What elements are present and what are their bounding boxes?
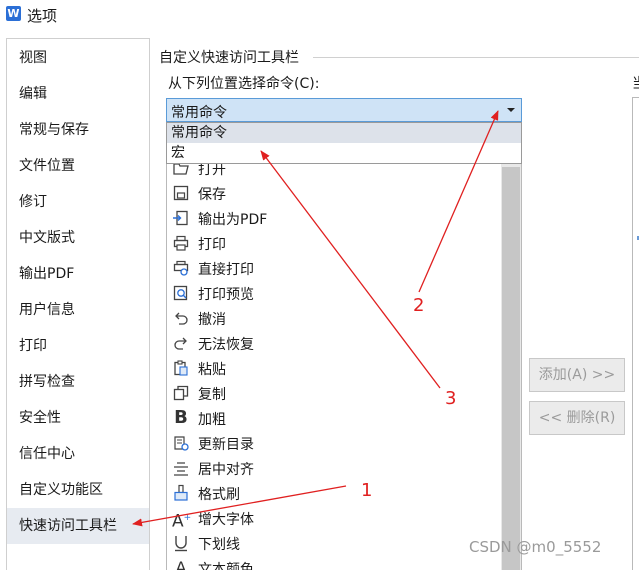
remove-button[interactable]: << 删除(R): [529, 401, 625, 435]
list-item[interactable]: 直接打印: [167, 256, 497, 281]
update-toc-icon: [172, 434, 190, 452]
watermark: CSDN @m0_5552: [469, 538, 602, 556]
list-item[interactable]: 打印预览: [167, 281, 497, 306]
text-color-icon: A: [175, 558, 187, 570]
list-item[interactable]: 粘贴: [167, 356, 497, 381]
format-painter-icon: [172, 484, 190, 502]
list-item[interactable]: 撤消: [167, 306, 497, 331]
sidebar-item-user-info[interactable]: 用户信息: [7, 292, 149, 328]
command-list-scroll-thumb[interactable]: [502, 167, 520, 570]
copy-icon: [172, 384, 190, 402]
sidebar-item-security[interactable]: 安全性: [7, 400, 149, 436]
list-item[interactable]: 打印: [167, 231, 497, 256]
sidebar-item-quick-access-toolbar[interactable]: 快速访问工具栏: [7, 508, 149, 544]
underline-icon: [172, 534, 190, 552]
choose-commands-label: 从下列位置选择命令(C):: [168, 76, 320, 92]
print-icon: [172, 234, 190, 252]
sidebar-item-view[interactable]: 视图: [7, 40, 149, 76]
current-toolbar-list[interactable]: [632, 97, 639, 570]
list-item[interactable]: 无法恢复: [167, 331, 497, 356]
annotation-label-3: 3: [445, 388, 457, 409]
list-item[interactable]: 格式刷: [167, 481, 497, 506]
section-divider: [313, 57, 639, 58]
list-item[interactable]: A+ 增大字体: [167, 506, 497, 531]
list-item[interactable]: 保存: [167, 181, 497, 206]
title-bar: W 选项: [0, 0, 639, 30]
list-item[interactable]: 输出为PDF: [167, 206, 497, 231]
bold-icon: B: [174, 407, 188, 428]
save-icon: [172, 184, 190, 202]
sidebar-item-print[interactable]: 打印: [7, 328, 149, 364]
annotation-label-2: 2: [413, 295, 425, 316]
sidebar-item-export-pdf[interactable]: 输出PDF: [7, 256, 149, 292]
list-item[interactable]: 更新目录: [167, 431, 497, 456]
sidebar-item-spelling[interactable]: 拼写检查: [7, 364, 149, 400]
combo-selected-value: 常用命令: [171, 105, 227, 121]
sidebar-item-chinese-layout[interactable]: 中文版式: [7, 220, 149, 256]
annotation-label-1: 1: [361, 480, 373, 501]
add-button[interactable]: 添加(A) >>: [529, 358, 625, 392]
current-toolbar-label: 当: [632, 73, 639, 93]
section-title: 自定义快速访问工具栏: [159, 50, 299, 66]
list-item[interactable]: B 加粗: [167, 406, 497, 431]
increase-font-icon: A+: [172, 511, 192, 532]
list-item[interactable]: 下划线: [167, 531, 497, 556]
dropdown-option-macros[interactable]: 宏: [167, 143, 521, 163]
list-item[interactable]: A 文本颜色: [167, 556, 497, 570]
sidebar-item-trust-center[interactable]: 信任中心: [7, 436, 149, 472]
sidebar-item-file-locations[interactable]: 文件位置: [7, 148, 149, 184]
sidebar-item-general-save[interactable]: 常规与保存: [7, 112, 149, 148]
align-center-icon: [172, 459, 190, 477]
sidebar-item-customize-ribbon[interactable]: 自定义功能区: [7, 472, 149, 508]
undo-icon: [172, 309, 190, 327]
command-source-options: 常用命令 宏: [166, 122, 522, 164]
command-source-dropdown[interactable]: 常用命令: [166, 98, 522, 122]
sidebar-item-revisions[interactable]: 修订: [7, 184, 149, 220]
export-pdf-icon: [172, 209, 190, 227]
chevron-down-icon[interactable]: [501, 99, 521, 121]
wps-writer-icon: W: [6, 6, 21, 21]
dropdown-option-common-commands[interactable]: 常用命令: [167, 123, 521, 143]
sidebar-item-edit[interactable]: 编辑: [7, 76, 149, 112]
redo-icon: [172, 334, 190, 352]
paste-icon: [172, 359, 190, 377]
direct-print-icon: [172, 259, 190, 277]
window-title: 选项: [27, 7, 58, 25]
print-preview-icon: [172, 284, 190, 302]
list-item[interactable]: 居中对齐: [167, 456, 497, 481]
command-list[interactable]: 打开 保存 输出为PDF 打印 直接打印 打印预览 撤消 无法恢复 粘贴 复制 …: [166, 122, 522, 570]
options-sidebar: 视图 编辑 常规与保存 文件位置 修订 中文版式 输出PDF 用户信息 打印 拼…: [6, 38, 150, 570]
